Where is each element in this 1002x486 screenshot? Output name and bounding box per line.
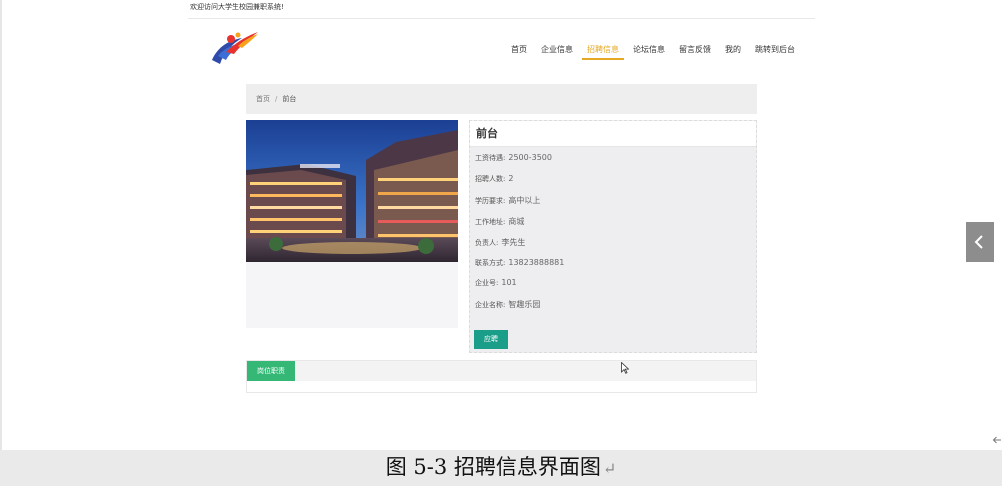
return-mark: ↵ (602, 459, 617, 478)
field-label: 招聘人数: (475, 175, 506, 183)
field-value: 13823888881 (508, 258, 565, 267)
breadcrumb-separator: / (275, 95, 278, 103)
job-info-panel: 前台 工资待遇: 2500-3500 招聘人数: 2 学历要求: 高中以上 工作地址:… (469, 120, 757, 353)
figure-caption: 图 5-3 招聘信息界面图 ↵ (0, 452, 1002, 484)
field-value: 高中以上 (508, 196, 541, 205)
duties-tab-bar: 岗位职责 (247, 361, 756, 381)
field-value: 商城 (508, 217, 525, 226)
field-company-id: 企业号: 101 (475, 278, 517, 288)
mouse-pointer-icon (621, 362, 629, 374)
breadcrumb-home[interactable]: 首页 (256, 95, 270, 103)
field-value: 101 (501, 278, 517, 287)
job-photo-panel (246, 120, 458, 328)
job-photo (246, 120, 458, 262)
site-logo[interactable] (208, 26, 260, 68)
field-address: 工作地址: 商城 (475, 216, 524, 227)
nav-forum-info[interactable]: 论坛信息 (626, 44, 672, 60)
field-headcount: 招聘人数: 2 (475, 174, 513, 184)
arrow-left-icon[interactable] (992, 435, 1002, 445)
job-duties-section: 岗位职责 (246, 360, 757, 393)
breadcrumb: 首页 / 前台 (246, 84, 757, 114)
field-value: 2500-3500 (508, 153, 552, 162)
field-salary: 工资待遇: 2500-3500 (475, 153, 552, 163)
side-collapse-button[interactable] (966, 222, 994, 262)
nav-recruitment-info[interactable]: 招聘信息 (580, 44, 626, 60)
nav-admin[interactable]: 跳转到后台 (748, 44, 802, 60)
welcome-text: 欢迎访问大学生校园兼职系统! (190, 3, 284, 11)
main-nav: 首页 企业信息 招聘信息 论坛信息 留言反馈 我的 跳转到后台 (504, 44, 802, 60)
field-company-name: 企业名称: 智趣乐园 (475, 299, 540, 310)
field-contact-person: 负责人: 李先生 (475, 237, 525, 248)
nav-feedback[interactable]: 留言反馈 (672, 44, 718, 60)
field-label: 学历要求: (475, 197, 506, 205)
job-title: 前台 (476, 127, 498, 140)
field-phone: 联系方式: 13823888881 (475, 258, 564, 268)
nav-mine[interactable]: 我的 (718, 44, 748, 60)
field-label: 工资待遇: (475, 154, 506, 162)
tab-job-duties[interactable]: 岗位职责 (247, 361, 295, 381)
field-education: 学历要求: 高中以上 (475, 195, 540, 206)
field-label: 企业名称: (475, 301, 506, 309)
app-screen: 欢迎访问大学生校园兼职系统! 首页 企业信息 招聘信息 论坛信息 留言反馈 我的… (0, 0, 1002, 450)
caption-text: 图 5-3 招聘信息界面图 (385, 455, 601, 479)
field-label: 负责人: (475, 239, 499, 247)
apply-button[interactable]: 应聘 (474, 330, 508, 349)
field-value: 李先生 (501, 238, 526, 247)
field-label: 联系方式: (475, 259, 506, 267)
field-label: 工作地址: (475, 218, 506, 226)
left-border (0, 0, 2, 450)
field-value: 2 (508, 174, 514, 183)
field-label: 企业号: (475, 279, 499, 287)
breadcrumb-current: 前台 (282, 95, 297, 103)
field-value: 智趣乐园 (508, 300, 541, 309)
nav-home[interactable]: 首页 (504, 44, 534, 60)
nav-company-info[interactable]: 企业信息 (534, 44, 580, 60)
job-title-bar: 前台 (470, 121, 756, 147)
header-divider (188, 18, 815, 19)
chevron-left-icon (974, 235, 983, 249)
